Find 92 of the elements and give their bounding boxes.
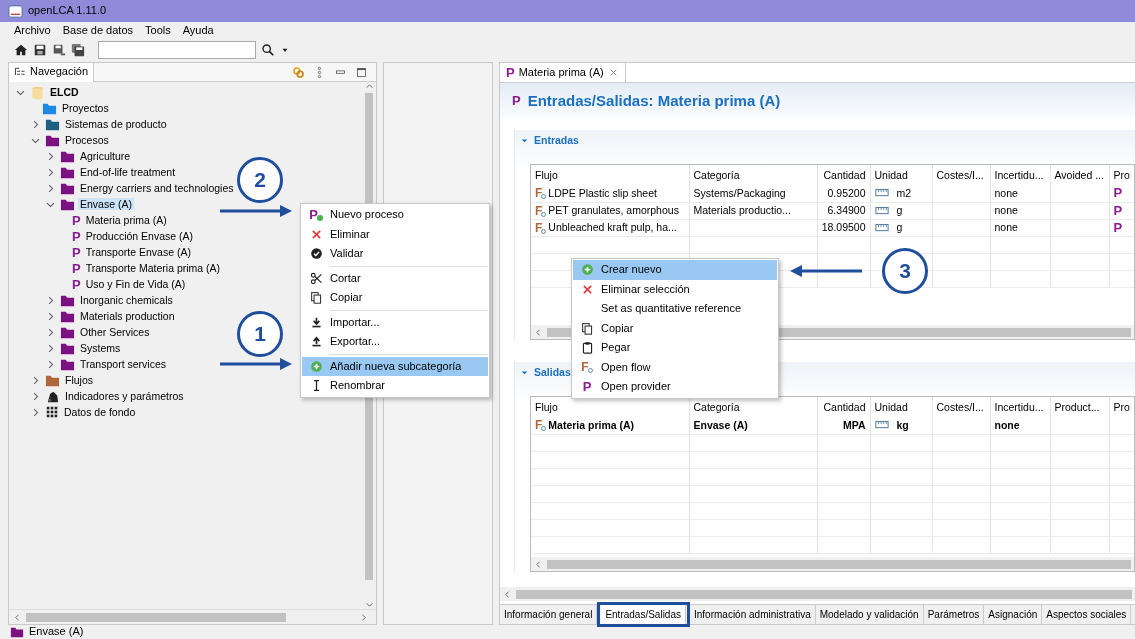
tree-item[interactable]: Envase (A)	[78, 197, 134, 211]
process-icon: P	[72, 229, 81, 243]
column-header[interactable]: Pro	[1109, 165, 1134, 185]
tree-item[interactable]: Indicadores y parámetros	[63, 389, 186, 403]
column-header[interactable]: Product...	[1050, 397, 1109, 417]
flow-name: Materia prima (A)	[548, 418, 635, 432]
status-text: Envase (A)	[29, 625, 84, 639]
window-title: openLCA 1.11.0	[28, 4, 107, 18]
process-icon: P	[1113, 219, 1123, 235]
table-cell: Materials productio...	[693, 204, 791, 217]
tree-item[interactable]: Procesos	[63, 133, 111, 147]
menu-item[interactable]: Base de datos	[62, 24, 134, 38]
table-cell: Envase (A)	[693, 418, 748, 431]
column-header[interactable]: Categoría	[689, 165, 817, 185]
table-cell: m2	[896, 186, 912, 200]
table-cell: Systems/Packaging	[693, 186, 786, 199]
column-header[interactable]: Unidad	[870, 165, 932, 185]
menu-item[interactable]: Ayuda	[182, 24, 214, 38]
process-icon: P	[72, 261, 81, 275]
column-header[interactable]: Flujo	[531, 165, 689, 185]
tree-item[interactable]: Proyectos	[60, 101, 111, 115]
menu-item[interactable]: Copiar	[573, 318, 777, 338]
section-title[interactable]: Salidas	[534, 365, 571, 379]
process-icon: P	[1113, 202, 1123, 218]
process-icon: P	[582, 380, 592, 394]
menu-item[interactable]: Pegar	[573, 338, 777, 358]
menu-item[interactable]: F Open flow	[573, 357, 777, 377]
tree-item[interactable]: Uso y Fin de Vida (A)	[83, 277, 188, 291]
menu-item[interactable]: Eliminar selección	[573, 279, 777, 299]
column-header[interactable]: Cantidad	[817, 397, 870, 417]
process-icon: P	[72, 213, 81, 227]
table-cell: 0.95200	[827, 186, 866, 199]
tree-item[interactable]: Materials production	[78, 309, 177, 323]
column-header[interactable]: Pro	[1109, 397, 1134, 417]
process-icon: P	[72, 277, 81, 291]
flow-name: LDPE Plastic slip sheet	[548, 186, 657, 200]
table-cell: 18.09500	[821, 221, 866, 234]
menu-item[interactable]: Añadir nueva subcategoría	[302, 356, 488, 376]
tree-item[interactable]: End-of-life treatment	[78, 165, 178, 179]
table-cell: none	[994, 204, 1018, 217]
tree-item[interactable]: Inorganic chemicals	[78, 293, 175, 307]
table-cell: g	[896, 221, 903, 234]
tree-item[interactable]: Materia prima (A)	[83, 213, 169, 227]
process-icon: P	[506, 66, 515, 79]
column-header[interactable]: Costes/I...	[932, 397, 990, 417]
menu-item[interactable]: P Open provider	[573, 377, 777, 397]
flow-name: Unbleached kraft pulp, ha...	[548, 221, 677, 234]
tree-item[interactable]: ELCD	[48, 85, 81, 99]
process-icon: P	[1113, 185, 1123, 201]
table-cell: kg	[896, 418, 909, 432]
menu-item[interactable]: Renombrar	[302, 376, 488, 396]
menu-item[interactable]: Copiar	[302, 288, 488, 308]
column-header[interactable]: Cantidad	[817, 165, 870, 185]
column-header[interactable]: Avoided ...	[1050, 165, 1109, 185]
tree-item[interactable]: Systems	[78, 341, 123, 355]
table-cell: 6.34900	[827, 204, 866, 217]
tree-item[interactable]: Other Services	[78, 325, 152, 339]
menu-item[interactable]: Exportar...	[302, 332, 488, 352]
column-header[interactable]: Incertidu...	[990, 165, 1050, 185]
editor-tab[interactable]: Entradas/Salidas	[601, 605, 686, 624]
tree-item[interactable]: Transporte Materia prima (A)	[83, 261, 223, 275]
menu-item[interactable]: Crear nuevo	[573, 260, 777, 280]
table-cell: none	[994, 221, 1018, 234]
table-cell: MPA	[842, 418, 866, 431]
process-icon: P	[72, 245, 81, 259]
menu-item[interactable]: Tools	[145, 24, 171, 38]
menu-item[interactable]: Eliminar	[302, 224, 488, 244]
flow-name: PET granulates, amorphous	[548, 204, 679, 217]
process-icon: P	[512, 94, 521, 107]
menu-item[interactable]: Importar...	[302, 312, 488, 332]
column-header[interactable]: Incertidu...	[990, 397, 1050, 417]
tree-item[interactable]: Transport services	[78, 357, 168, 371]
column-header[interactable]: Costes/I...	[932, 165, 990, 185]
table-cell: none	[994, 186, 1018, 199]
menu-item[interactable]: Cortar	[302, 268, 488, 288]
column-header[interactable]: Unidad	[870, 397, 932, 417]
tree-item[interactable]: Transporte Envase (A)	[83, 245, 193, 259]
table-cell: none	[994, 418, 1020, 431]
table-cell: g	[896, 204, 903, 217]
editor-title: Entradas/Salidas: Materia prima (A)	[527, 91, 781, 110]
tree-item[interactable]: Datos de fondo	[62, 405, 138, 419]
tree-item[interactable]: Producción Envase (A)	[83, 229, 196, 243]
panel-tab[interactable]: Navegación	[9, 62, 95, 82]
section-title[interactable]: Entradas	[534, 133, 579, 147]
menu-item[interactable]: Archivo	[14, 24, 51, 38]
tree-item[interactable]: Sistemas de producto	[63, 117, 169, 131]
menu-item[interactable]: Set as quantitative reference	[573, 299, 777, 319]
menu-item[interactable]: Validar	[302, 244, 488, 264]
tree-item[interactable]: Flujos	[63, 373, 95, 387]
menu-item[interactable]: P Nuevo proceso	[302, 205, 488, 225]
tree-item[interactable]: Agriculture	[78, 149, 133, 163]
tree-item[interactable]: Energy carriers and technologies	[78, 181, 236, 195]
